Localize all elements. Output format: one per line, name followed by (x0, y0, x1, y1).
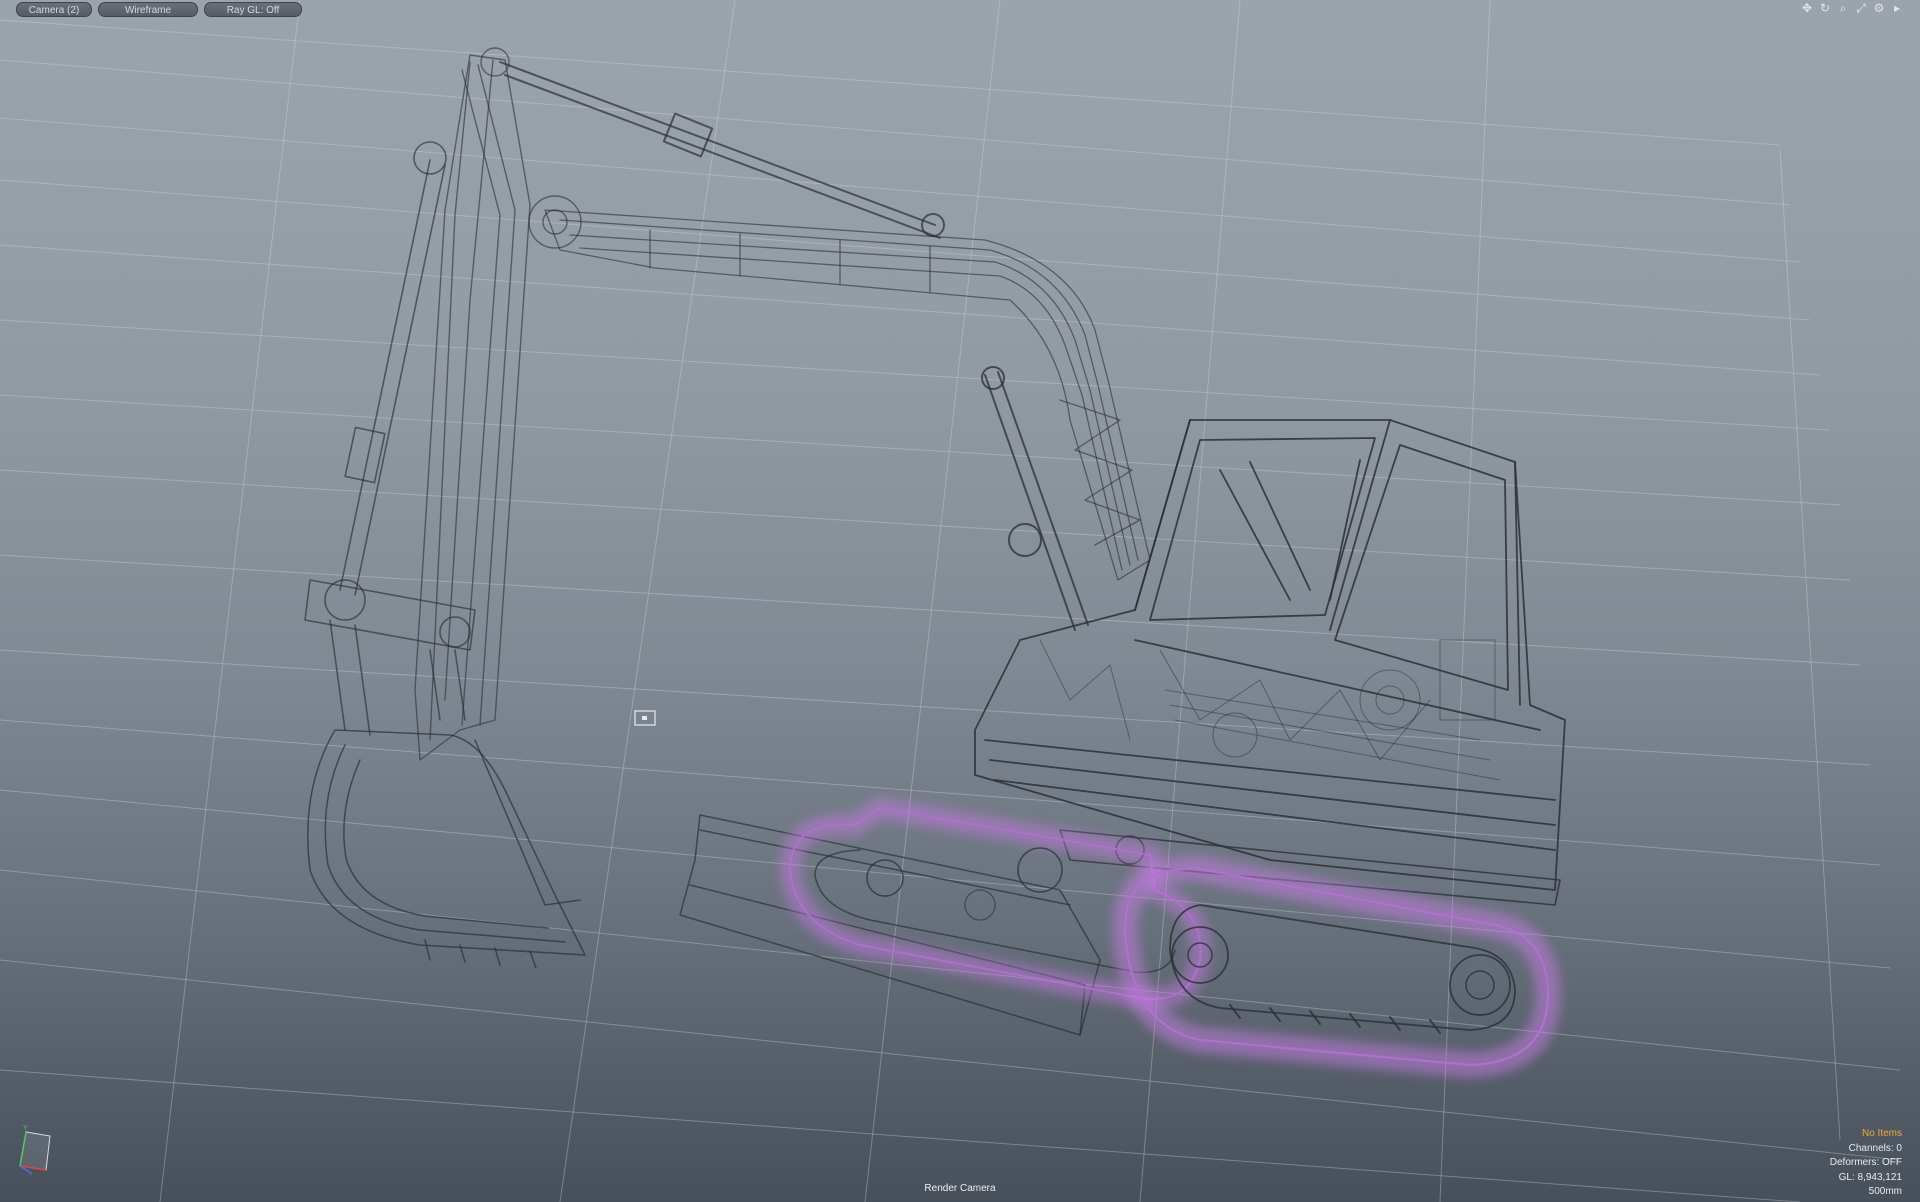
move-view-icon[interactable]: ✥ (1800, 1, 1814, 15)
expand-arrow-icon[interactable]: ▸ (1890, 1, 1904, 15)
selected-items-text: No Items (1861, 1128, 1902, 1139)
shading-mode-button[interactable]: Wireframe (98, 2, 198, 17)
channels-text: Channels: 0 (1848, 1142, 1902, 1154)
axis-orientation-icon: Y (19, 1125, 51, 1175)
viewport-scene[interactable] (0, 0, 1920, 1202)
rotate-view-icon[interactable]: ↻ (1818, 1, 1832, 15)
maximize-view-icon[interactable]: ⤢ (1854, 1, 1868, 15)
view-navigation-tools: ✥ ↻ ⌕ ⤢ ⚙ ▸ (1800, 1, 1904, 15)
raygl-toggle-button[interactable]: Ray GL: Off (204, 2, 302, 17)
camera-select-button[interactable]: Camera (2) (16, 2, 92, 17)
view-center-marker-icon (634, 710, 656, 726)
deformers-text: Deformers: OFF (1829, 1157, 1902, 1168)
viewport-header: Camera (2) Wireframe Ray GL: Off (0, 0, 1920, 19)
3d-viewport[interactable]: Camera (2) Wireframe Ray GL: Off ✥ ↻ ⌕ ⤢… (0, 0, 1920, 1202)
settings-gear-icon[interactable]: ⚙ (1872, 1, 1886, 15)
zoom-view-icon[interactable]: ⌕ (1836, 1, 1850, 15)
svg-text:Y: Y (23, 1125, 28, 1132)
active-camera-label: Render Camera (924, 1183, 996, 1194)
